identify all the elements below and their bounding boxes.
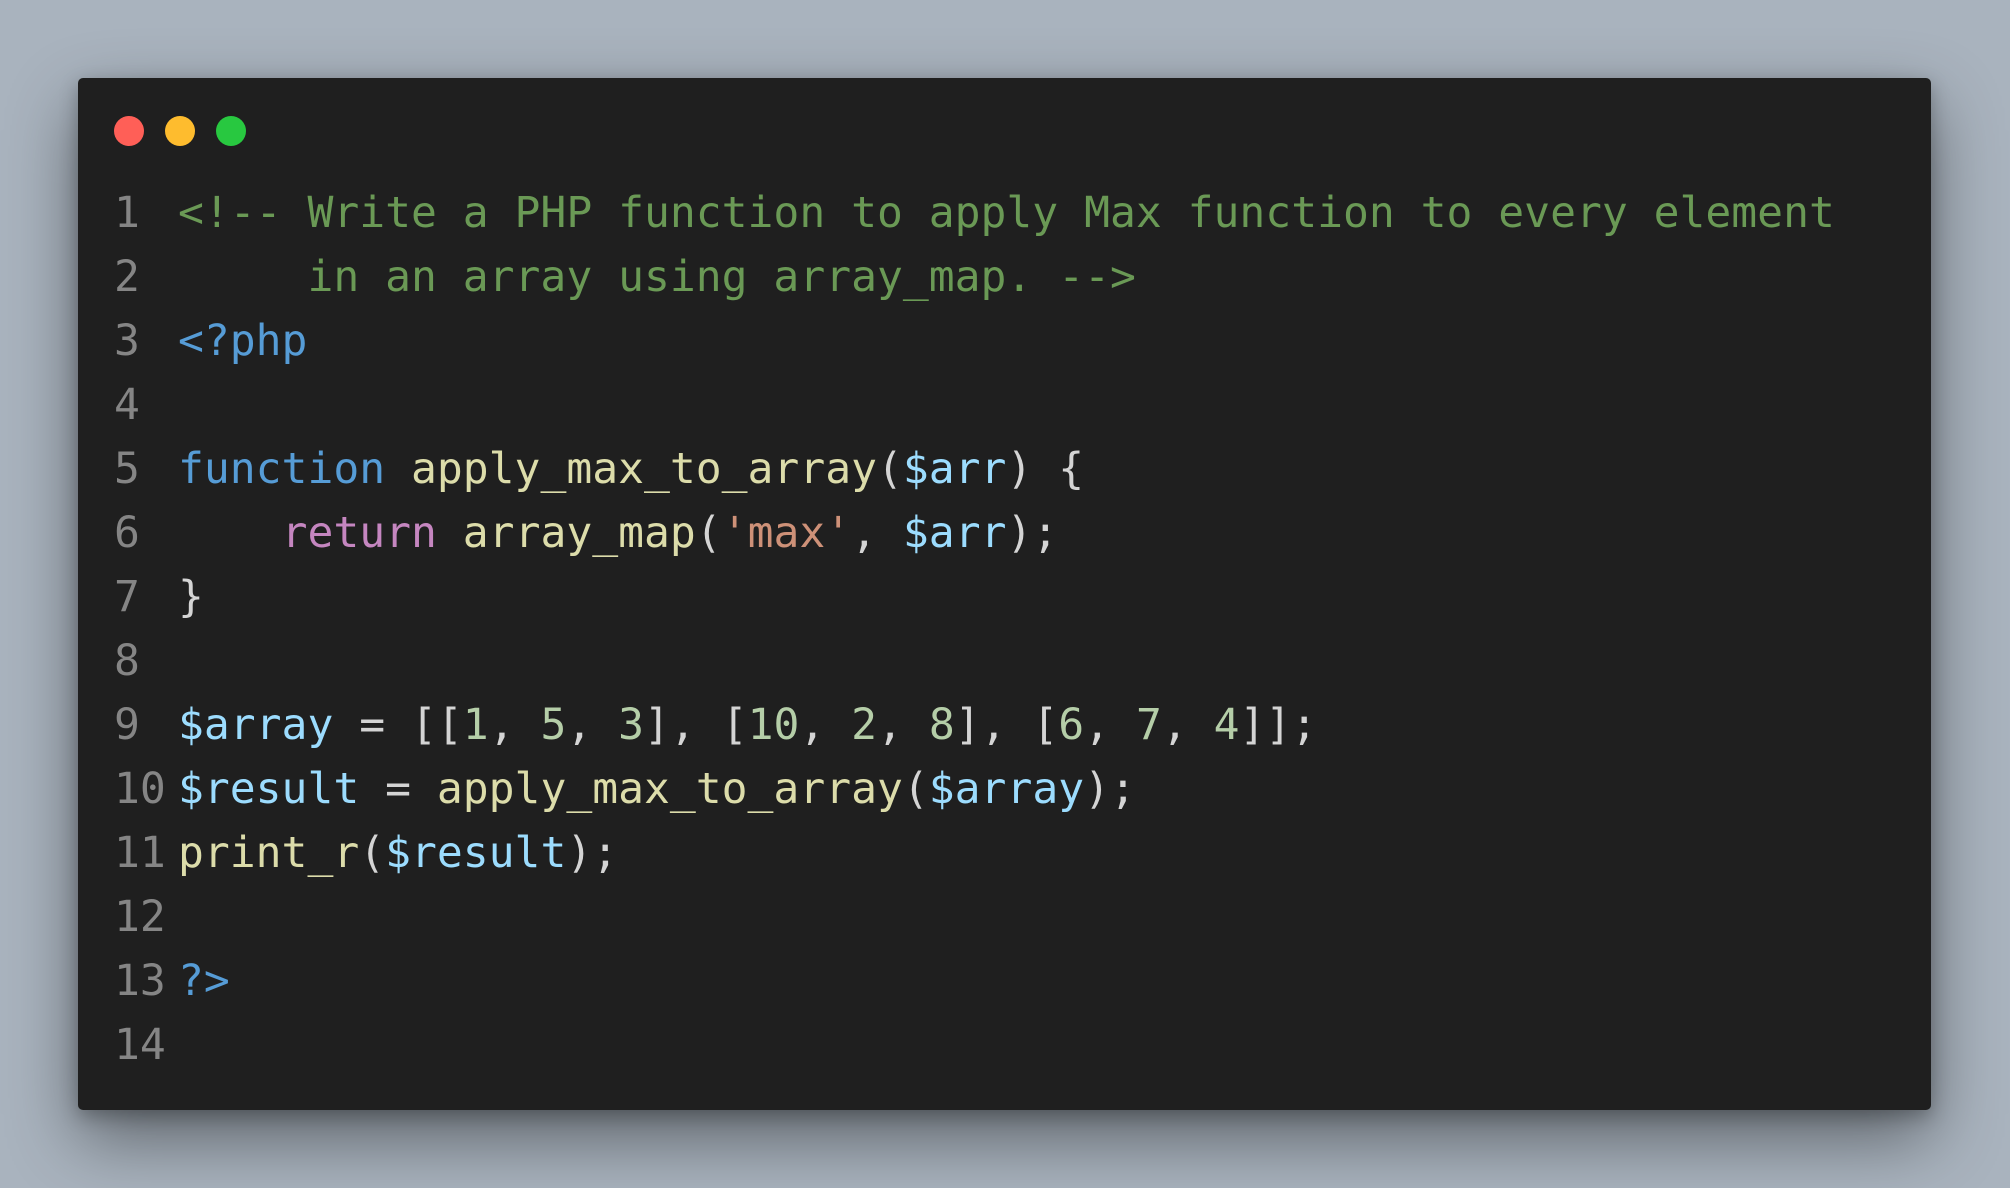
line-number: 7 [114,572,140,622]
code-token-plain: , [851,508,903,558]
code-token-number: 4 [1213,700,1240,750]
code-token-plain: } [178,572,204,622]
code-token-comment: <!-- Write a PHP function to apply Max f… [178,188,1835,238]
code-token-keyword: <?php [178,316,308,366]
code-token-plain: , [566,700,619,750]
line-number: 6 [114,508,140,558]
code-line: 4 [114,373,1835,437]
code-token-number: 3 [618,700,645,750]
code-line: 14 [114,1013,1835,1077]
line-source: in an array using array_map. --> [178,245,1136,309]
line-number: 12 [114,892,166,942]
code-token-number: 7 [1135,700,1162,750]
code-token-variable: $array [928,764,1085,814]
line-source: <?php [178,309,307,373]
code-token-function: print_r [178,828,360,878]
line-source: print_r($result); [178,821,618,885]
code-token-number: 8 [928,700,955,750]
code-line: 10 $result = apply_max_to_array($array); [114,757,1835,821]
code-token-plain: ( [877,444,903,494]
code-line: 6 return array_map('max', $arr); [114,501,1835,565]
code-line: 2 in an array using array_map. --> [114,245,1835,309]
line-number: 8 [114,636,140,686]
zoom-window-icon[interactable] [216,116,246,146]
code-token-function: apply_max_to_array [411,444,877,494]
code-token-plain: ]]; [1239,700,1318,750]
code-token-plain: = [359,764,437,814]
code-line: 11 print_r($result); [114,821,1835,885]
code-token-plain: ( [695,508,722,558]
line-number: 11 [114,828,166,878]
line-number: 2 [114,252,140,302]
code-token-number: 2 [851,700,878,750]
code-line: 7} [114,565,1835,629]
code-window: 1 <!-- Write a PHP function to apply Max … [78,78,1931,1110]
code-line: 5 function apply_max_to_array($arr) { [114,437,1835,501]
line-source: $array = [[1, 5, 3], [10, 2, 8], [6, 7, … [178,693,1317,757]
line-number: 9 [114,700,140,750]
code-token-plain: ( [902,764,929,814]
line-number: 10 [114,764,166,814]
line-source: <!-- Write a PHP function to apply Max f… [178,181,1835,245]
window-titlebar [114,116,246,146]
code-token-plain: , [799,700,852,750]
code-token-variable: $result [178,764,360,814]
code-token-plain: ); [1006,508,1059,558]
line-source: function apply_max_to_array($arr) { [178,437,1084,501]
code-token-control: return [281,508,437,558]
code-line: 12 [114,885,1835,949]
code-line: 13 ?> [114,949,1835,1013]
code-token-plain: ); [566,828,619,878]
line-source: ?> [178,949,230,1013]
code-token-number: 5 [540,700,567,750]
code-token-keyword: function [178,444,386,494]
line-number: 4 [114,380,140,430]
line-source: $result = apply_max_to_array($array); [178,757,1136,821]
code-token-plain: , [1161,700,1214,750]
code-token-keyword: ?> [178,956,230,1006]
line-number: 13 [114,956,166,1006]
close-window-icon[interactable] [114,116,144,146]
code-token-plain: , [1084,700,1136,750]
code-token-string: 'max' [721,508,852,558]
code-token-plain: ( [359,828,386,878]
code-token-number: 1 [462,700,489,750]
line-source: } [178,565,204,629]
code-token-number: 6 [1058,700,1085,750]
line-number: 3 [114,316,140,366]
code-token-comment: in an array using array_map. --> [178,252,1136,302]
code-token-plain: ); [1084,764,1136,814]
code-token-plain: ], [ [954,700,1059,750]
code-token-variable: $arr [902,508,1007,558]
code-token-variable: $result [385,828,567,878]
code-token-plain: ], [ [644,700,748,750]
code-token-variable: $arr [902,444,1007,494]
code-line: 3 <?php [114,309,1835,373]
code-line: 8 [114,629,1835,693]
code-token-function: apply_max_to_array [436,764,903,814]
code-editor: 1 <!-- Write a PHP function to apply Max … [114,181,1835,1077]
code-token-function: array_map [462,508,696,558]
code-token-variable: $array [178,700,334,750]
minimize-window-icon[interactable] [165,116,195,146]
line-source: return array_map('max', $arr); [178,501,1059,565]
line-number: 5 [114,444,140,494]
code-token-number: 10 [747,700,800,750]
code-line: 9 $array = [[1, 5, 3], [10, 2, 8], [6, 7,… [114,693,1835,757]
code-token-plain: ) { [1006,444,1085,494]
line-number: 1 [114,188,140,238]
code-line: 1 <!-- Write a PHP function to apply Max … [114,181,1835,245]
code-token-plain: , [877,700,929,750]
code-token-plain: , [488,700,541,750]
code-token-plain: = [[ [333,700,463,750]
line-number: 14 [114,1020,166,1070]
